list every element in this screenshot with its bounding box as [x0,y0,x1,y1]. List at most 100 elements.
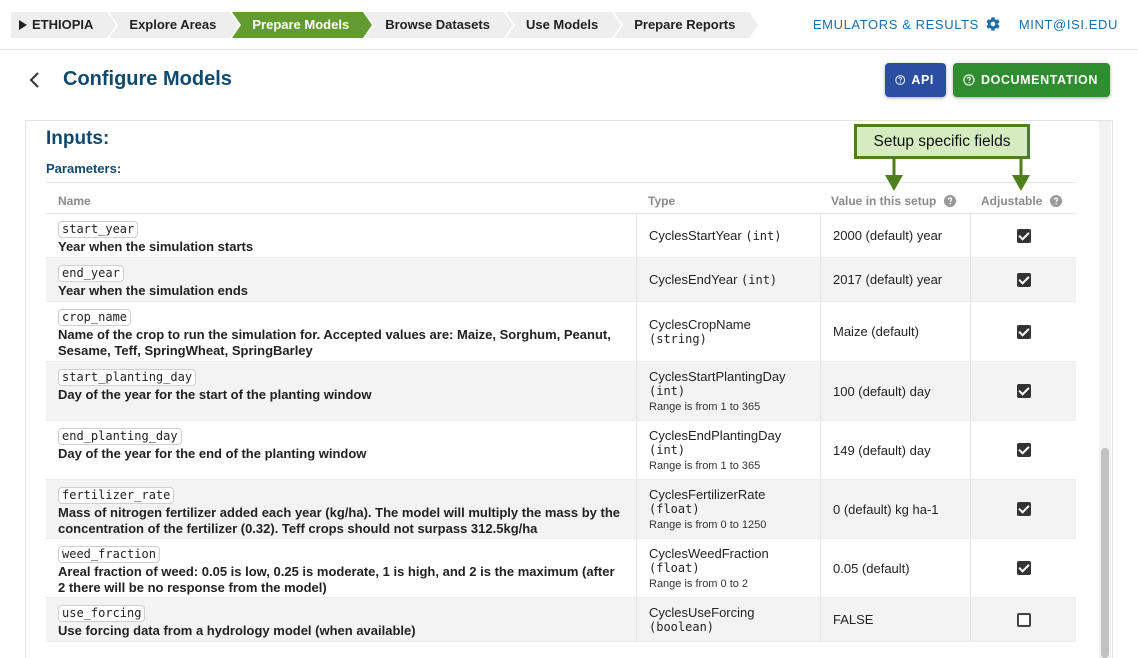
table-row: weed_fraction Areal fraction of weed: 0.… [46,539,1076,598]
parameter-value: 100 (default) day [820,362,970,420]
parameter-name-cell: weed_fraction Areal fraction of weed: 0.… [46,539,636,597]
breadcrumb: ETHIOPIA Explore Areas Prepare Models Br… [11,12,759,38]
type-kind: (int) [649,443,686,457]
parameter-code: crop_name [58,309,132,326]
type-name: CyclesEndYear [649,271,738,287]
parameter-type-cell: CyclesWeedFraction (float) Range is from… [636,539,820,597]
setup-fields-annotation: Setup specific fields [854,124,1030,159]
crumb-label: Browse Datasets [385,17,490,32]
table-row: end_planting_day Day of the year for the… [46,421,1076,480]
parameter-value: 149 (default) day [820,421,970,479]
parameter-description: Day of the year for the start of the pla… [58,387,372,402]
column-header-type: Type [648,194,676,208]
type-name: CyclesWeedFraction [649,546,769,561]
parameter-type-cell: CyclesEndYear (int) [636,258,820,301]
parameter-value: Maize (default) [820,302,970,361]
emulators-results-link[interactable]: EMULATORS & RESULTS [813,16,1001,32]
parameter-value: 0 (default) kg ha-1 [820,480,970,538]
help-circle-icon [963,74,975,86]
parameter-description: Mass of nitrogen fertilizer added each y… [58,505,621,536]
parameter-description: Areal fraction of weed: 0.05 is low, 0.2… [58,564,615,595]
crumb-browse-datasets[interactable]: Browse Datasets [365,12,513,38]
adjustable-cell [970,258,1076,301]
type-name: CyclesFertilizerRate [649,487,766,502]
type-kind: (string) [649,332,707,346]
type-name: CyclesUseForcing [649,605,755,620]
crumb-label: ETHIOPIA [32,17,94,32]
crumb-region[interactable]: ETHIOPIA [11,12,117,38]
table-row: fertilizer_rate Mass of nitrogen fertili… [46,480,1076,539]
crumb-prepare-reports[interactable]: Prepare Reports [614,12,759,38]
parameter-value: 0.05 (default) [820,539,970,597]
documentation-button-label: DOCUMENTATION [980,73,1098,87]
adjustable-cell [970,421,1076,479]
api-button[interactable]: API [885,63,946,97]
crumb-label: Prepare Models [252,17,350,32]
crumb-explore-areas[interactable]: Explore Areas [109,12,240,38]
adjustable-checkbox[interactable] [1016,384,1031,398]
parameter-name-cell: end_planting_day Day of the year for the… [46,421,636,479]
parameter-code: end_planting_day [58,428,182,445]
table-header: Name Type Value in this setup Adjustable [46,182,1076,214]
adjustable-cell [970,302,1076,361]
table-row: start_year Year when the simulation star… [46,214,1076,258]
parameter-type-cell: CyclesCropName (string) [636,302,820,361]
scrollbar-thumb[interactable] [1101,448,1109,658]
api-button-label: API [911,73,934,87]
type-range: Range is from 0 to 1250 [649,519,767,531]
type-kind: (int) [649,384,686,398]
type-name: CyclesStartPlantingDay [649,369,786,384]
crumb-prepare-models[interactable]: Prepare Models [232,12,373,38]
top-links: EMULATORS & RESULTS MINT@ISI.EDU [813,16,1118,32]
adjustable-checkbox[interactable] [1016,443,1031,457]
parameter-code: end_year [58,265,124,282]
back-arrow-icon[interactable] [26,70,44,90]
parameter-code: fertilizer_rate [58,487,175,504]
page-title: Configure Models [63,68,232,90]
type-range: Range is from 1 to 365 [649,401,761,413]
type-kind: (boolean) [649,620,715,634]
column-header-value: Value in this setup [831,194,957,208]
help-icon[interactable] [1050,195,1063,207]
type-kind: (int) [741,272,778,287]
table-row: use_forcing Use forcing data from a hydr… [46,598,1076,642]
adjustable-cell [970,539,1076,597]
parameter-description: Year when the simulation ends [58,283,248,298]
parameter-value: FALSE [820,598,970,641]
type-name: CyclesCropName [649,317,751,332]
top-nav-bar: ETHIOPIA Explore Areas Prepare Models Br… [0,0,1138,50]
parameter-description: Year when the simulation starts [58,239,254,254]
help-icon[interactable] [944,195,957,207]
parameter-code: weed_fraction [58,546,160,563]
adjustable-cell [970,480,1076,538]
type-kind: (int) [745,228,782,243]
user-account-link[interactable]: MINT@ISI.EDU [1019,17,1118,32]
adjustable-checkbox[interactable] [1016,561,1031,575]
column-header-adjustable: Adjustable [981,194,1063,208]
crumb-label: Use Models [525,17,599,32]
parameter-name-cell: fertilizer_rate Mass of nitrogen fertili… [46,480,636,538]
parameter-name-cell: start_year Year when the simulation star… [46,214,636,257]
parameter-type-cell: CyclesUseForcing (boolean) [636,598,820,641]
column-header-name: Name [58,194,91,208]
adjustable-checkbox[interactable] [1016,502,1031,516]
type-name: CyclesEndPlantingDay [649,428,782,443]
parameter-value: 2000 (default) year [820,214,970,257]
adjustable-cell [970,598,1076,641]
parameter-type-cell: CyclesStartYear (int) [636,214,820,257]
crumb-use-models[interactable]: Use Models [505,12,622,38]
adjustable-checkbox[interactable] [1016,228,1031,243]
parameter-code: use_forcing [58,605,146,622]
parameter-type-cell: CyclesEndPlantingDay (int) Range is from… [636,421,820,479]
crumb-label: Prepare Reports [634,17,736,32]
type-kind: (float) [649,502,700,516]
adjustable-checkbox[interactable] [1016,272,1031,287]
documentation-button[interactable]: DOCUMENTATION [953,63,1110,97]
parameter-value: 2017 (default) year [820,258,970,301]
adjustable-checkbox[interactable] [1016,324,1031,339]
adjustable-checkbox[interactable] [1016,612,1031,627]
parameter-name-cell: crop_name Name of the crop to run the si… [46,302,636,361]
parameter-name-cell: use_forcing Use forcing data from a hydr… [46,598,636,641]
parameter-code: start_year [58,221,139,238]
column-header-adjustable-label: Adjustable [981,194,1043,208]
